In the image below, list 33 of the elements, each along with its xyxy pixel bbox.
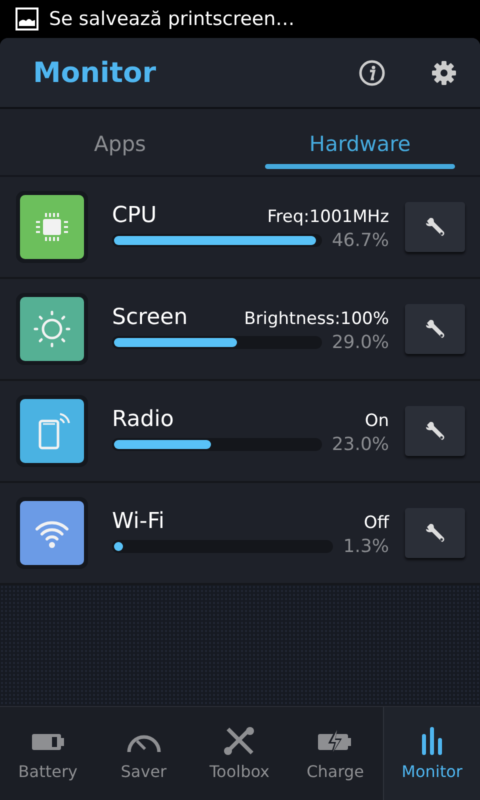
tab[interactable]: Hardware [240,109,480,175]
info-icon[interactable] [358,58,386,86]
usage-reading: 29.0% [332,332,389,353]
item-name: Wi-Fi [112,509,164,534]
item-info: Freq:1001MHz [267,207,389,227]
wrench-button[interactable] [405,304,465,354]
usage-reading: 46.7% [332,230,389,251]
item-name: Radio [112,407,174,432]
wrench-icon [423,215,447,239]
app-title: Monitor [33,56,158,89]
wrench-button[interactable] [405,406,465,456]
item-name: Screen [112,305,188,330]
picture-icon [15,7,39,31]
item-name: CPU [112,203,157,228]
tab[interactable]: Apps [0,109,240,175]
usage-reading: 1.3% [343,536,389,557]
item-info: Brightness:100% [244,309,389,329]
wrench-icon [423,521,447,545]
usage-reading: 23.0% [332,434,389,455]
nav-tab[interactable]: Charge [287,707,384,800]
wrench-icon [423,419,447,443]
nav-tab[interactable]: Monitor [383,707,480,800]
nav-tab[interactable]: Saver [96,707,192,800]
notification-text: Se salvează printscreen… [49,8,295,30]
wrench-button[interactable] [405,508,465,558]
wrench-icon [423,317,447,341]
settings-icon[interactable] [430,58,458,86]
item-info: Off [364,513,389,533]
sun-icon [32,309,72,349]
wrench-button[interactable] [405,202,465,252]
item-info: On [364,411,389,431]
nav-tab[interactable]: Toolbox [192,707,288,800]
nav-tab[interactable]: Battery [0,707,96,800]
